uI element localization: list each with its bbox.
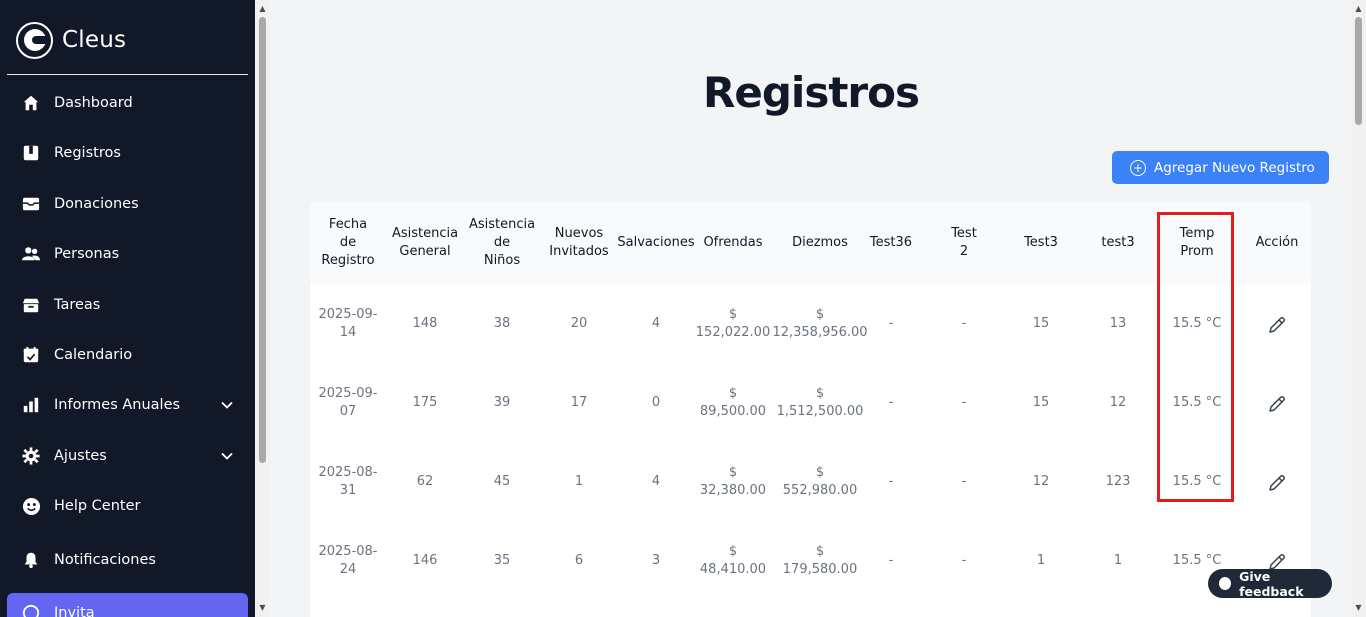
pencil-icon xyxy=(1267,394,1287,420)
sidebar-item-tareas[interactable]: Tareas xyxy=(7,285,248,325)
bell-icon xyxy=(21,550,41,570)
sidebar-item-label: Personas xyxy=(54,246,120,262)
column-header-ofrendas: Ofrendas xyxy=(695,202,771,284)
sidebar: Cleus Dashboard Registros Donaciones Person… xyxy=(0,0,255,617)
sidebar-item-label: Registros xyxy=(54,145,121,161)
cell-test3b: 12 xyxy=(1109,395,1127,410)
column-header-label: Test36 xyxy=(869,235,913,250)
gear-icon xyxy=(21,446,41,466)
cell-ofrendas: $152,022.00 xyxy=(695,307,771,340)
cleus-logo-icon xyxy=(16,21,53,59)
column-header-fecha: Fecha de Registro xyxy=(313,202,383,284)
sidebar-item-help-center[interactable]: Help Center xyxy=(7,486,248,526)
page-scrollbar-thumb[interactable] xyxy=(1355,17,1362,125)
column-header-label: Acción xyxy=(1255,235,1299,250)
sidebar-item-label: Invita xyxy=(54,605,95,617)
cell-test3b: 123 xyxy=(1105,474,1131,489)
column-header-test3: Test3 xyxy=(1010,202,1072,284)
column-header-label: Asistencia General xyxy=(391,226,459,259)
sidebar-divider xyxy=(7,74,248,75)
sidebar-item-label: Tareas xyxy=(54,297,101,313)
give-feedback-label: Give feedback xyxy=(1239,568,1304,599)
sidebar-item-personas[interactable]: Personas xyxy=(7,234,248,274)
chart-bar-icon xyxy=(21,395,41,415)
column-header-label: Test 2 xyxy=(951,226,977,259)
column-header-label: Nuevos Invitados xyxy=(549,226,609,259)
page-title: Registros xyxy=(703,68,920,117)
column-header-label: Salvaciones xyxy=(617,235,695,250)
calendar-icon xyxy=(21,345,41,365)
whatsapp-icon xyxy=(21,603,41,617)
sidebar-item-notificaciones[interactable]: Notificaciones xyxy=(7,540,248,580)
edit-button[interactable] xyxy=(1257,377,1297,437)
cell-ofrendas: $48,410.00 xyxy=(699,544,767,577)
inbox-icon xyxy=(21,194,41,214)
sidebar-item-dashboard[interactable]: Dashboard xyxy=(7,83,248,123)
sidebar-scrollbar-thumb[interactable] xyxy=(259,17,266,463)
sidebar-item-donaciones[interactable]: Donaciones xyxy=(7,184,248,224)
sidebar-item-label: Dashboard xyxy=(54,95,133,111)
temp-prom-highlight xyxy=(1157,212,1234,502)
archive-icon xyxy=(21,295,41,315)
chevron-down-icon[interactable] xyxy=(220,397,234,411)
column-header-label: Test3 xyxy=(1024,235,1058,250)
sidebar-item-ajustes[interactable]: Ajustes xyxy=(7,436,248,476)
book-icon xyxy=(21,143,41,163)
column-header-test3b: test3 xyxy=(1087,202,1149,284)
give-feedback-button[interactable]: Give feedback xyxy=(1208,568,1332,599)
edit-button[interactable] xyxy=(1257,456,1297,516)
sidebar-item-informes-anuales[interactable]: Informes Anuales xyxy=(7,385,248,425)
column-header-asistencia-general: Asistencia General xyxy=(389,202,461,284)
edit-button[interactable] xyxy=(1257,298,1297,358)
sidebar-item-label: Ajustes xyxy=(54,448,107,464)
sidebar-item-label: Donaciones xyxy=(54,196,139,212)
column-header-accion: Acción xyxy=(1246,202,1308,284)
pencil-icon xyxy=(1267,473,1287,499)
cell-ofrendas: $32,380.00 xyxy=(699,465,767,498)
sidebar-item-label: Help Center xyxy=(54,498,141,514)
scroll-up-arrow-icon[interactable]: ▲ xyxy=(255,2,270,14)
scroll-down-arrow-icon[interactable]: ▼ xyxy=(255,601,270,613)
smiley-icon xyxy=(1219,577,1232,590)
column-header-diezmos: Diezmos xyxy=(775,202,865,284)
sidebar-item-calendario[interactable]: Calendario xyxy=(7,335,248,375)
sidebar-item-registros[interactable]: Registros xyxy=(7,133,248,173)
scroll-up-arrow-icon[interactable]: ▲ xyxy=(1351,2,1366,14)
scroll-down-arrow-icon[interactable]: ▼ xyxy=(1351,601,1366,613)
sidebar-item-label: Informes Anuales xyxy=(54,397,181,413)
column-header-label: test3 xyxy=(1101,235,1135,250)
pencil-icon xyxy=(1267,315,1287,341)
home-icon xyxy=(21,93,41,113)
users-icon xyxy=(21,244,41,264)
column-header-label: Diezmos xyxy=(792,235,848,250)
cell-test3b: 13 xyxy=(1109,316,1127,331)
column-header-nuevos-invitados: Nuevos Invitados xyxy=(543,202,615,284)
cell-ofrendas: $89,500.00 xyxy=(699,386,767,419)
cell-test3b: 1 xyxy=(1113,553,1123,568)
column-header-test2: Test 2 xyxy=(933,202,995,284)
brand[interactable]: Cleus xyxy=(16,21,126,59)
add-new-record-button[interactable]: + Agregar Nuevo Registro xyxy=(1112,151,1329,184)
page-scrollbar[interactable]: ▲ ▼ xyxy=(1351,0,1366,617)
plus-circle-icon: + xyxy=(1130,159,1146,176)
column-header-salvaciones: Salvaciones xyxy=(617,202,695,284)
sidebar-item-label: Notificaciones xyxy=(54,552,156,568)
sidebar-item-label: Calendario xyxy=(54,347,133,363)
sidebar-scrollbar[interactable]: ▲ ▼ xyxy=(255,0,270,617)
column-header-label: Ofrendas xyxy=(703,235,763,250)
add-new-record-label: Agregar Nuevo Registro xyxy=(1154,159,1315,176)
smiley-icon xyxy=(21,496,41,516)
chevron-down-icon[interactable] xyxy=(220,448,234,462)
sidebar-item-invita[interactable]: Invita xyxy=(7,593,248,617)
column-header-label: Asistencia de Niños xyxy=(468,217,536,268)
column-header-test36: Test36 xyxy=(860,202,922,284)
brand-name: Cleus xyxy=(62,27,127,53)
column-header-label: Fecha de Registro xyxy=(321,217,375,268)
column-header-asistencia-ninos: Asistencia de Niños xyxy=(466,202,538,284)
